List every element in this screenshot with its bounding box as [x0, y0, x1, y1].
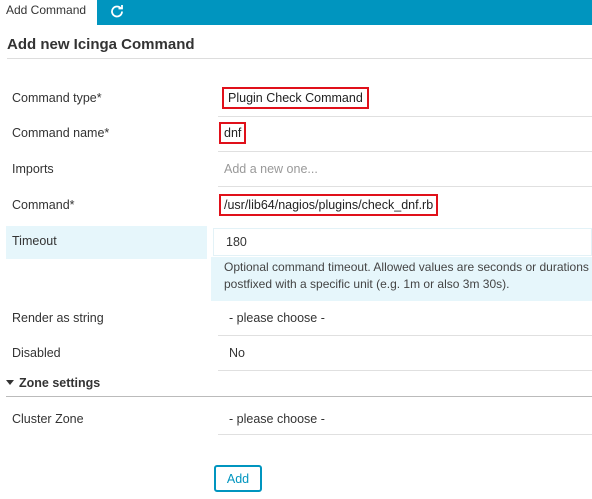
title-divider [7, 58, 592, 59]
command-value: /usr/lib64/nagios/plugins/check_dnf.rb [224, 198, 434, 212]
disabled-select[interactable]: No [229, 346, 245, 360]
tab-add-command-label: Add Command [6, 3, 87, 17]
command-type-value: Plugin Check Command [228, 91, 363, 105]
cluster-zone-select[interactable]: - please choose - [229, 412, 325, 426]
command-type-label: Command type* [12, 91, 102, 105]
timeout-label: Timeout [12, 234, 57, 248]
row-divider [218, 335, 592, 336]
command-type-select[interactable]: Plugin Check Command [222, 87, 369, 109]
timeout-description: Optional command timeout. Allowed values… [224, 260, 589, 291]
disabled-label: Disabled [12, 346, 61, 360]
command-name-label: Command name* [12, 126, 110, 140]
imports-label: Imports [12, 162, 54, 176]
tab-add-command[interactable]: Add Command [0, 0, 97, 25]
refresh-icon[interactable] [110, 2, 130, 20]
caret-down-icon [6, 380, 14, 385]
command-name-input[interactable]: dnf [219, 122, 247, 144]
add-button[interactable]: Add [214, 465, 262, 492]
zone-settings-heading: Zone settings [19, 376, 101, 390]
command-label: Command* [12, 198, 75, 212]
row-divider [218, 116, 592, 117]
row-divider [218, 434, 592, 435]
render-as-string-select[interactable]: - please choose - [229, 311, 325, 325]
timeout-input[interactable]: 180 [213, 228, 592, 256]
row-divider [218, 370, 592, 371]
timeout-value: 180 [226, 235, 247, 249]
page-title: Add new Icinga Command [7, 36, 195, 53]
row-divider [218, 151, 592, 152]
command-input[interactable]: /usr/lib64/nagios/plugins/check_dnf.rb [219, 194, 439, 216]
cluster-zone-label: Cluster Zone [12, 412, 84, 426]
tab-bar: Add Command [0, 0, 592, 25]
zone-settings-toggle[interactable]: Zone settings [6, 376, 100, 390]
zone-settings-divider [6, 396, 592, 397]
imports-input[interactable]: Add a new one... [224, 162, 318, 176]
render-as-string-label: Render as string [12, 311, 104, 325]
row-divider [218, 186, 592, 187]
command-name-value: dnf [224, 126, 242, 140]
